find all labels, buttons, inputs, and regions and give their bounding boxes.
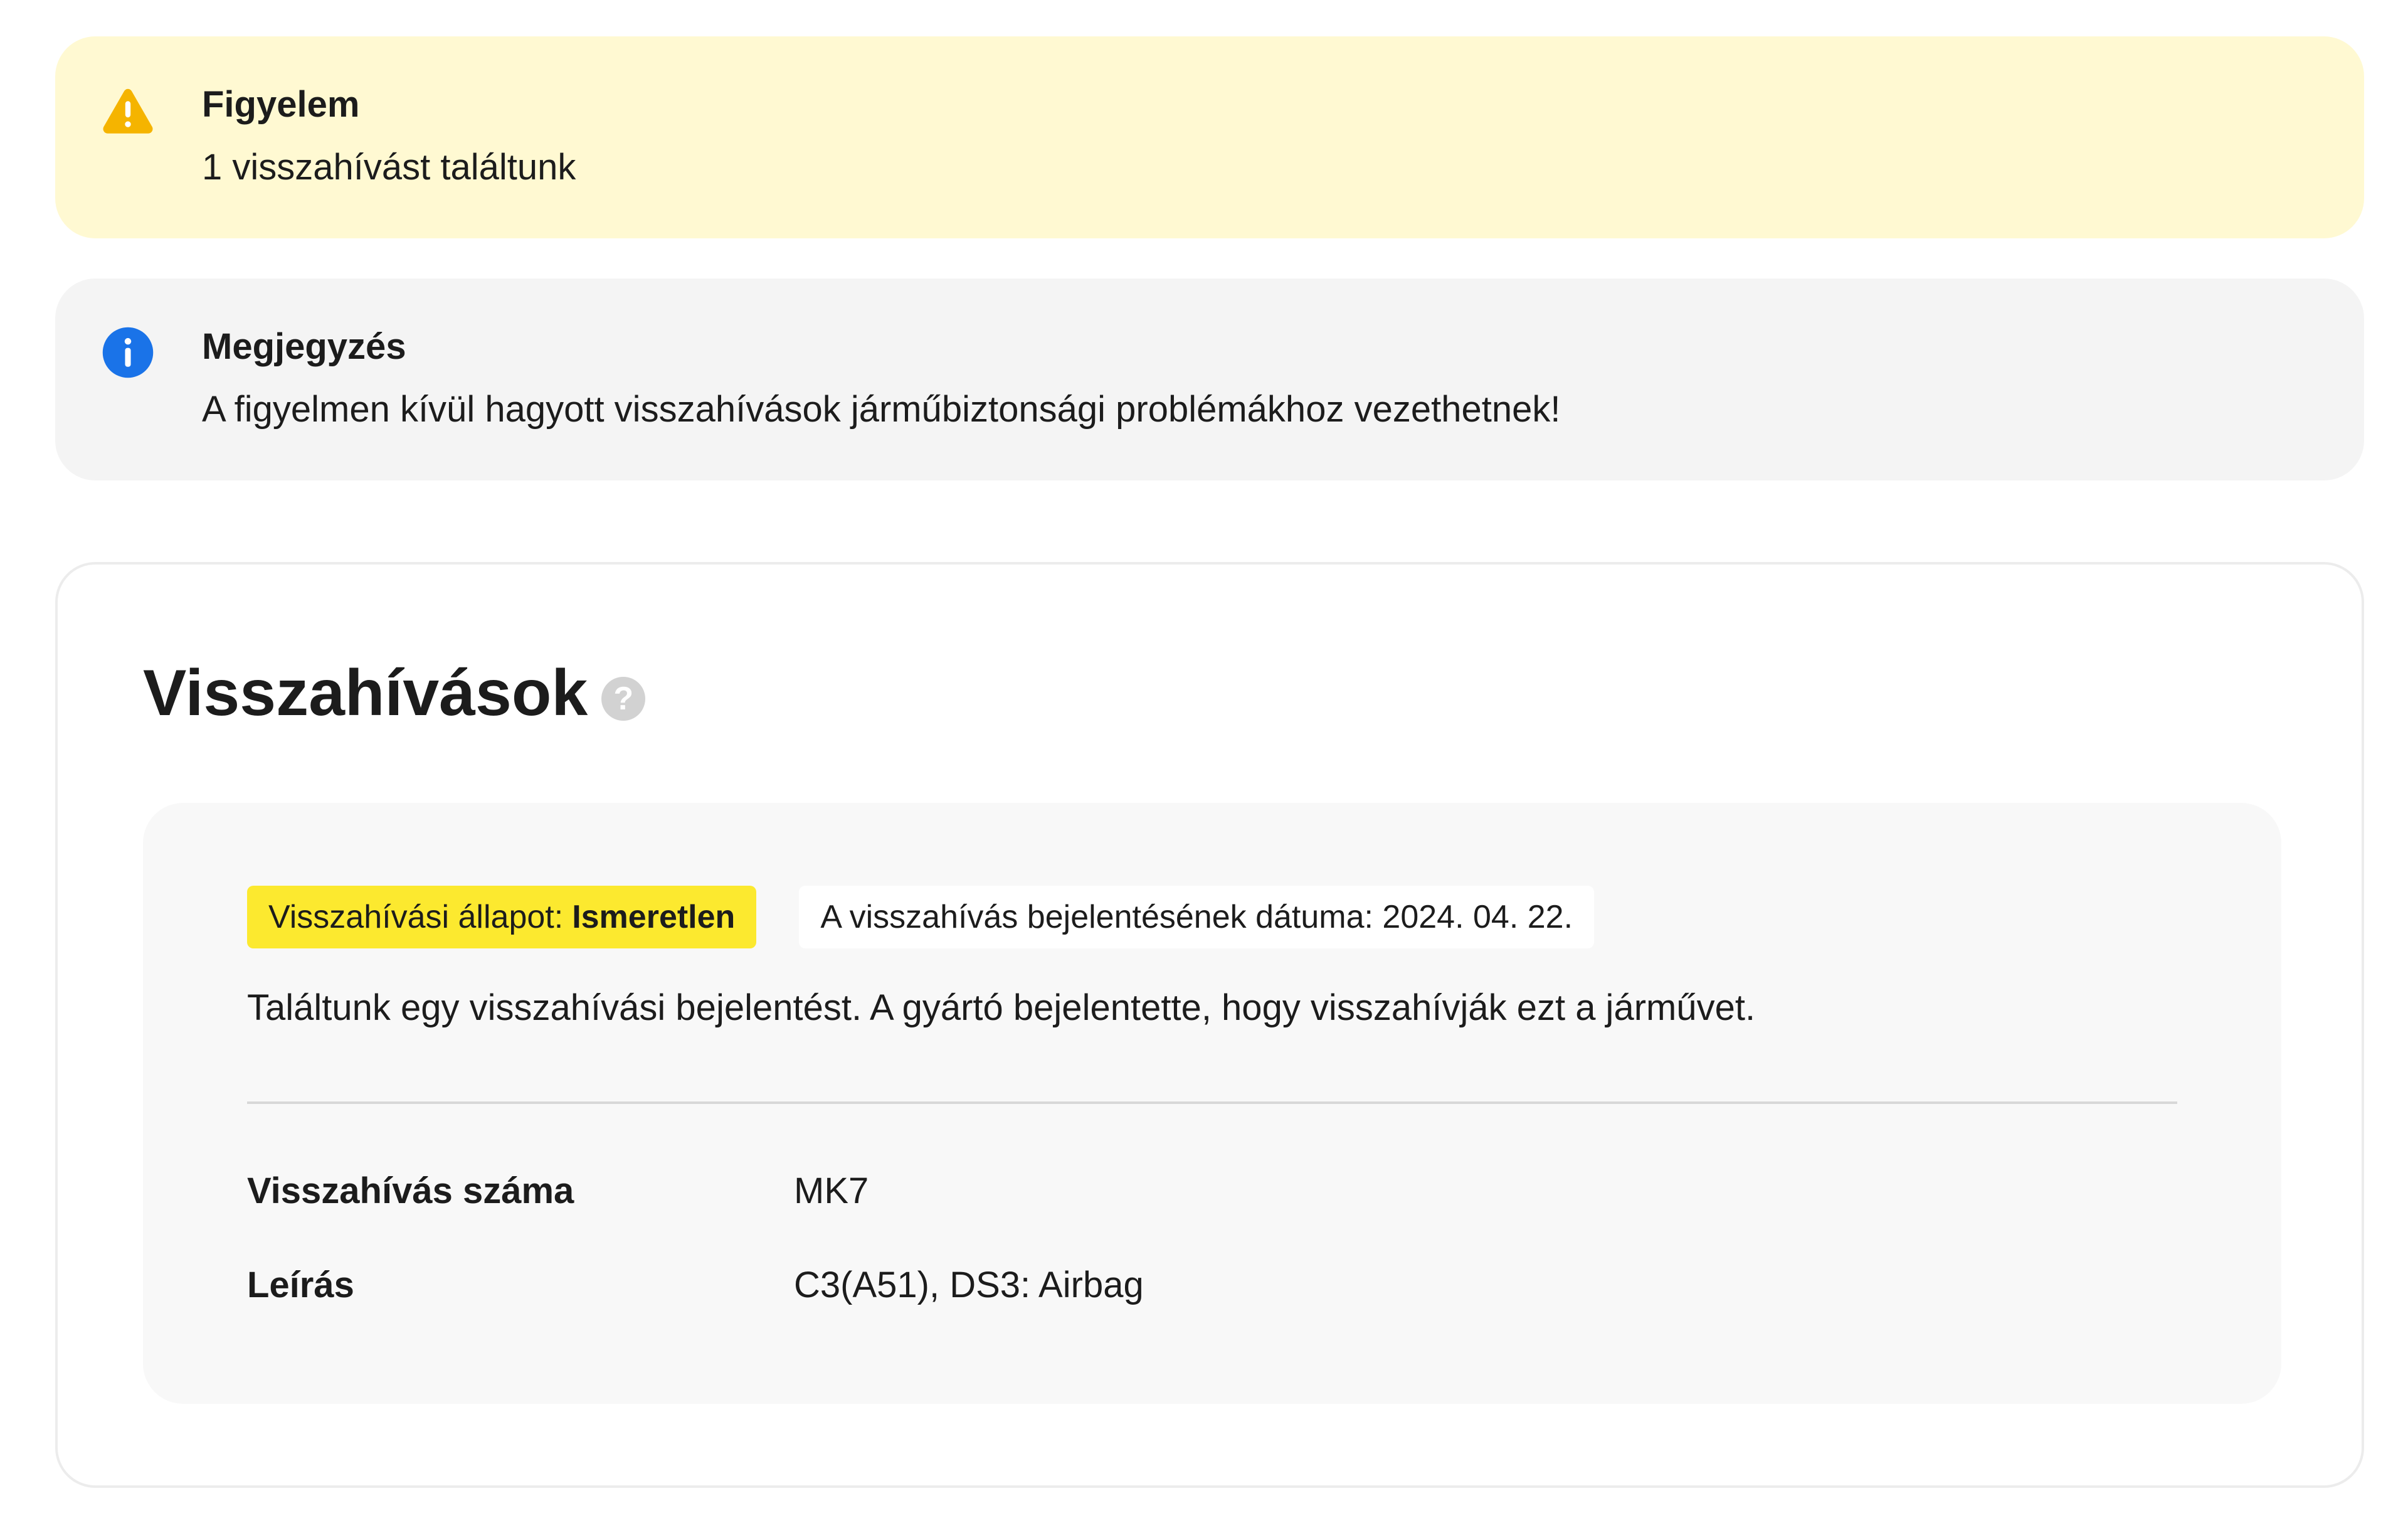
recall-status-label: Visszahívási állapot: xyxy=(268,899,564,935)
info-icon xyxy=(102,327,154,378)
warning-alert: Figyelem 1 visszahívást találtunk xyxy=(55,36,2364,238)
question-mark-icon[interactable]: ? xyxy=(601,677,646,721)
warning-title: Figyelem xyxy=(202,84,360,125)
recall-status-value: Ismeretlen xyxy=(572,899,736,935)
warning-message: 1 visszahívást találtunk xyxy=(202,147,576,188)
recalls-title: Visszahívások xyxy=(143,657,588,730)
detail-label: Visszahívás száma xyxy=(247,1170,574,1211)
detail-label: Leírás xyxy=(247,1265,354,1305)
detail-row-description: Leírás C3(A51), DS3: Airbag xyxy=(247,1262,1144,1308)
recall-status-badge: Visszahívási állapot: Ismeretlen xyxy=(247,886,757,948)
recall-item: Visszahívási állapot: Ismeretlen A vissz… xyxy=(143,803,2281,1404)
recall-description: Találtunk egy visszahívási bejelentést. … xyxy=(247,987,1756,1028)
detail-value: MK7 xyxy=(794,1170,869,1211)
warning-triangle-icon xyxy=(103,88,153,134)
detail-value: C3(A51), DS3: Airbag xyxy=(794,1265,1144,1305)
note-title: Megjegyzés xyxy=(202,326,406,367)
note-alert: Megjegyzés A figyelmen kívül hagyott vis… xyxy=(55,279,2364,480)
recalls-card: Visszahívások ? Visszahívási állapot: Is… xyxy=(55,562,2364,1488)
recall-date-badge: A visszahívás bejelentésének dátuma: 202… xyxy=(799,886,1595,948)
divider xyxy=(247,1101,2177,1104)
note-message: A figyelmen kívül hagyott visszahívások … xyxy=(202,389,1561,430)
detail-row-recall-number: Visszahívás száma MK7 xyxy=(247,1168,869,1214)
